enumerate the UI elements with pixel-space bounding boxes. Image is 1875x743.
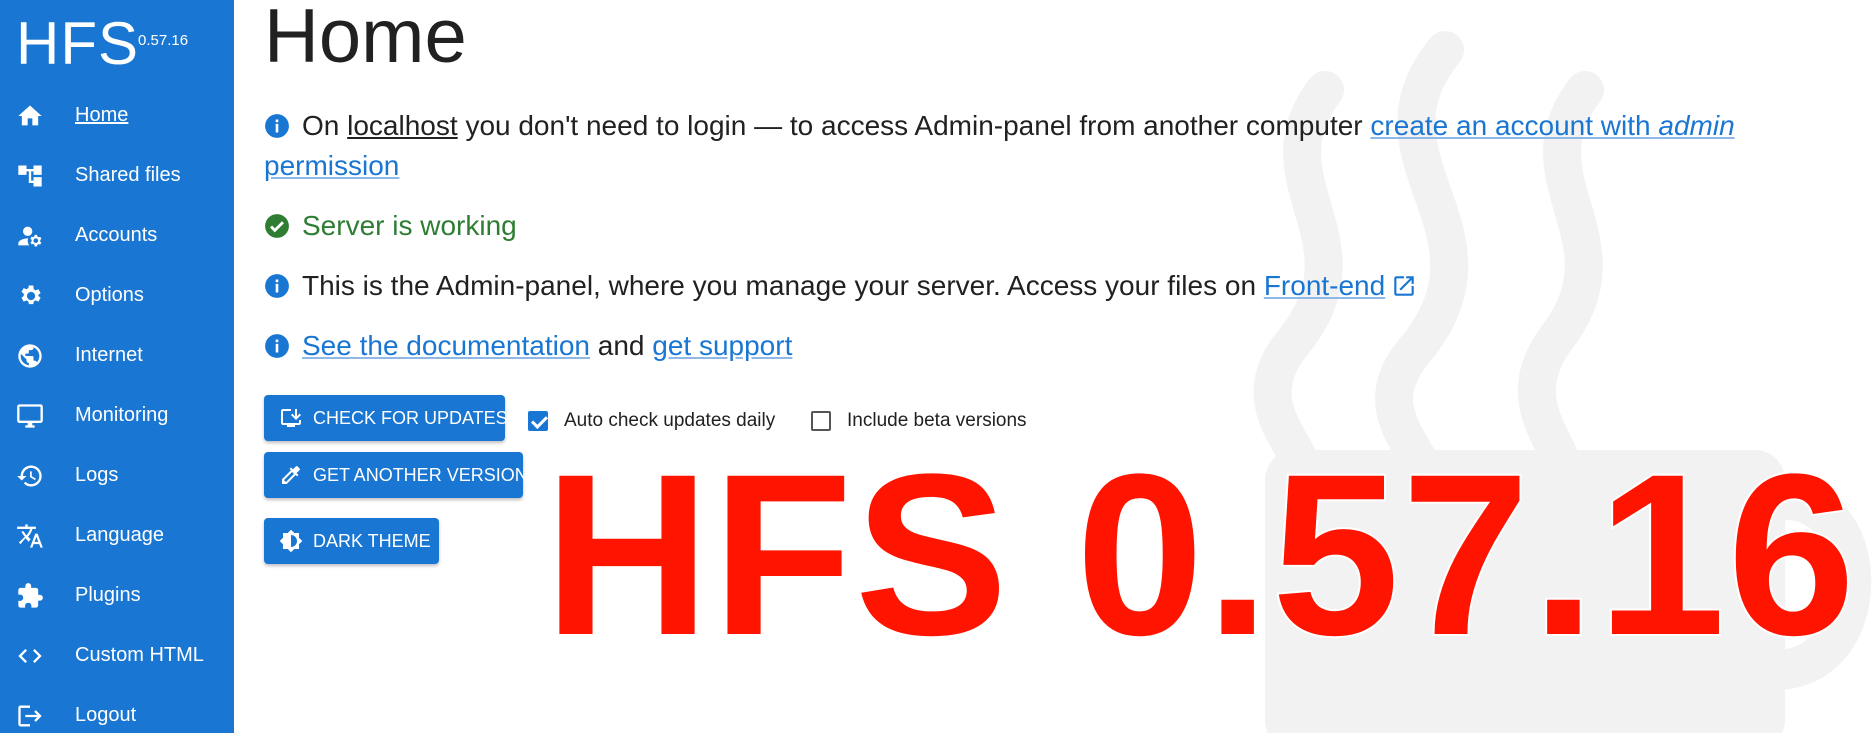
main-content: Home On localhost you don't need to logi… xyxy=(234,0,1875,733)
sidebar-item-label: Custom HTML xyxy=(75,643,204,666)
sidebar-item-custom-html[interactable]: Custom HTML xyxy=(0,627,234,683)
frontend-link[interactable]: Front-end xyxy=(1264,270,1385,301)
sidebar-item-logout[interactable]: Logout xyxy=(0,687,234,743)
link-emphasis: admin xyxy=(1658,110,1735,141)
sidebar-item-label: Shared files xyxy=(75,163,181,186)
info-icon xyxy=(264,330,290,358)
gear-icon xyxy=(16,282,44,310)
globe-icon xyxy=(16,342,44,370)
sidebar-item-label: Home xyxy=(75,103,129,126)
sidebar-item-label: Language xyxy=(75,523,164,546)
sidebar-item-label: Options xyxy=(75,283,144,306)
sidebar-item-label: Logout xyxy=(75,703,137,726)
sidebar-item-label: Logs xyxy=(75,463,119,486)
link-text: Front-end xyxy=(1263,270,1386,301)
history-icon xyxy=(16,462,44,490)
login-notice: On localhost you don't need to login — t… xyxy=(264,106,1874,186)
eyedropper-icon xyxy=(279,463,303,487)
check-for-updates-label: CHECK FOR UPDATES xyxy=(313,407,508,428)
get-another-version-button[interactable]: GET ANOTHER VERSION xyxy=(264,452,528,498)
sidebar-item-label: Plugins xyxy=(75,583,141,606)
code-icon xyxy=(16,642,44,670)
sidebar-item-options[interactable]: Options xyxy=(0,267,234,323)
sidebar-item-label: Accounts xyxy=(75,223,158,246)
manage-accounts-icon xyxy=(16,222,44,250)
sidebar-item-monitoring[interactable]: Monitoring xyxy=(0,387,234,443)
login-notice-prefix: On xyxy=(302,110,340,141)
sidebar-item-shared-files[interactable]: Shared files xyxy=(0,147,234,203)
logout-icon xyxy=(16,702,44,730)
sidebar-item-label: Monitoring xyxy=(75,403,169,426)
docs-and-text: and xyxy=(597,330,645,361)
link-text: create an account with xyxy=(1370,110,1651,141)
contrast-icon xyxy=(279,529,303,553)
sidebar-item-language[interactable]: Language xyxy=(0,507,234,563)
check-for-updates-button[interactable]: CHECK FOR UPDATES xyxy=(264,395,508,441)
server-status: Server is working xyxy=(264,206,517,246)
home-icon xyxy=(16,102,44,130)
sidebar: HFS 0.57.16 Home Shared files Accounts O… xyxy=(0,0,234,733)
login-notice-text: you don't need to login — to access Admi… xyxy=(465,110,1363,141)
get-another-version-label: GET ANOTHER VERSION xyxy=(313,464,528,485)
version-overlay-text: HFS 0.57.16 xyxy=(542,426,1858,683)
frontend-notice-text: This is the Admin-panel, where you manag… xyxy=(302,270,1257,301)
sidebar-item-accounts[interactable]: Accounts xyxy=(0,207,234,263)
server-status-text: Server is working xyxy=(302,210,517,241)
page-title: Home xyxy=(264,0,467,79)
install-desktop-icon xyxy=(279,406,303,430)
sidebar-item-home[interactable]: Home xyxy=(0,87,234,143)
app-version: 0.57.16 xyxy=(138,32,189,49)
localhost-text: localhost xyxy=(347,110,458,141)
link-text: permission xyxy=(264,150,400,181)
tree-icon xyxy=(16,162,44,190)
info-icon xyxy=(264,110,290,138)
documentation-link[interactable]: See the documentation xyxy=(302,330,590,361)
sidebar-item-logs[interactable]: Logs xyxy=(0,447,234,503)
sidebar-item-plugins[interactable]: Plugins xyxy=(0,567,234,623)
sidebar-item-label: Internet xyxy=(75,343,143,366)
sidebar-item-internet[interactable]: Internet xyxy=(0,327,234,383)
monitor-icon xyxy=(16,402,44,430)
dark-theme-label: DARK THEME xyxy=(313,530,431,551)
frontend-notice: This is the Admin-panel, where you manag… xyxy=(264,266,1417,306)
check-circle-icon xyxy=(264,210,290,238)
puzzle-icon xyxy=(16,582,44,610)
get-support-link[interactable]: get support xyxy=(652,330,792,361)
open-in-new-icon[interactable] xyxy=(1391,270,1417,296)
docs-notice: See the documentation and get support xyxy=(264,326,792,366)
app-name: HFS xyxy=(16,10,139,77)
dark-theme-button[interactable]: DARK THEME xyxy=(264,518,439,564)
translate-icon xyxy=(16,522,44,550)
info-icon xyxy=(264,270,290,298)
